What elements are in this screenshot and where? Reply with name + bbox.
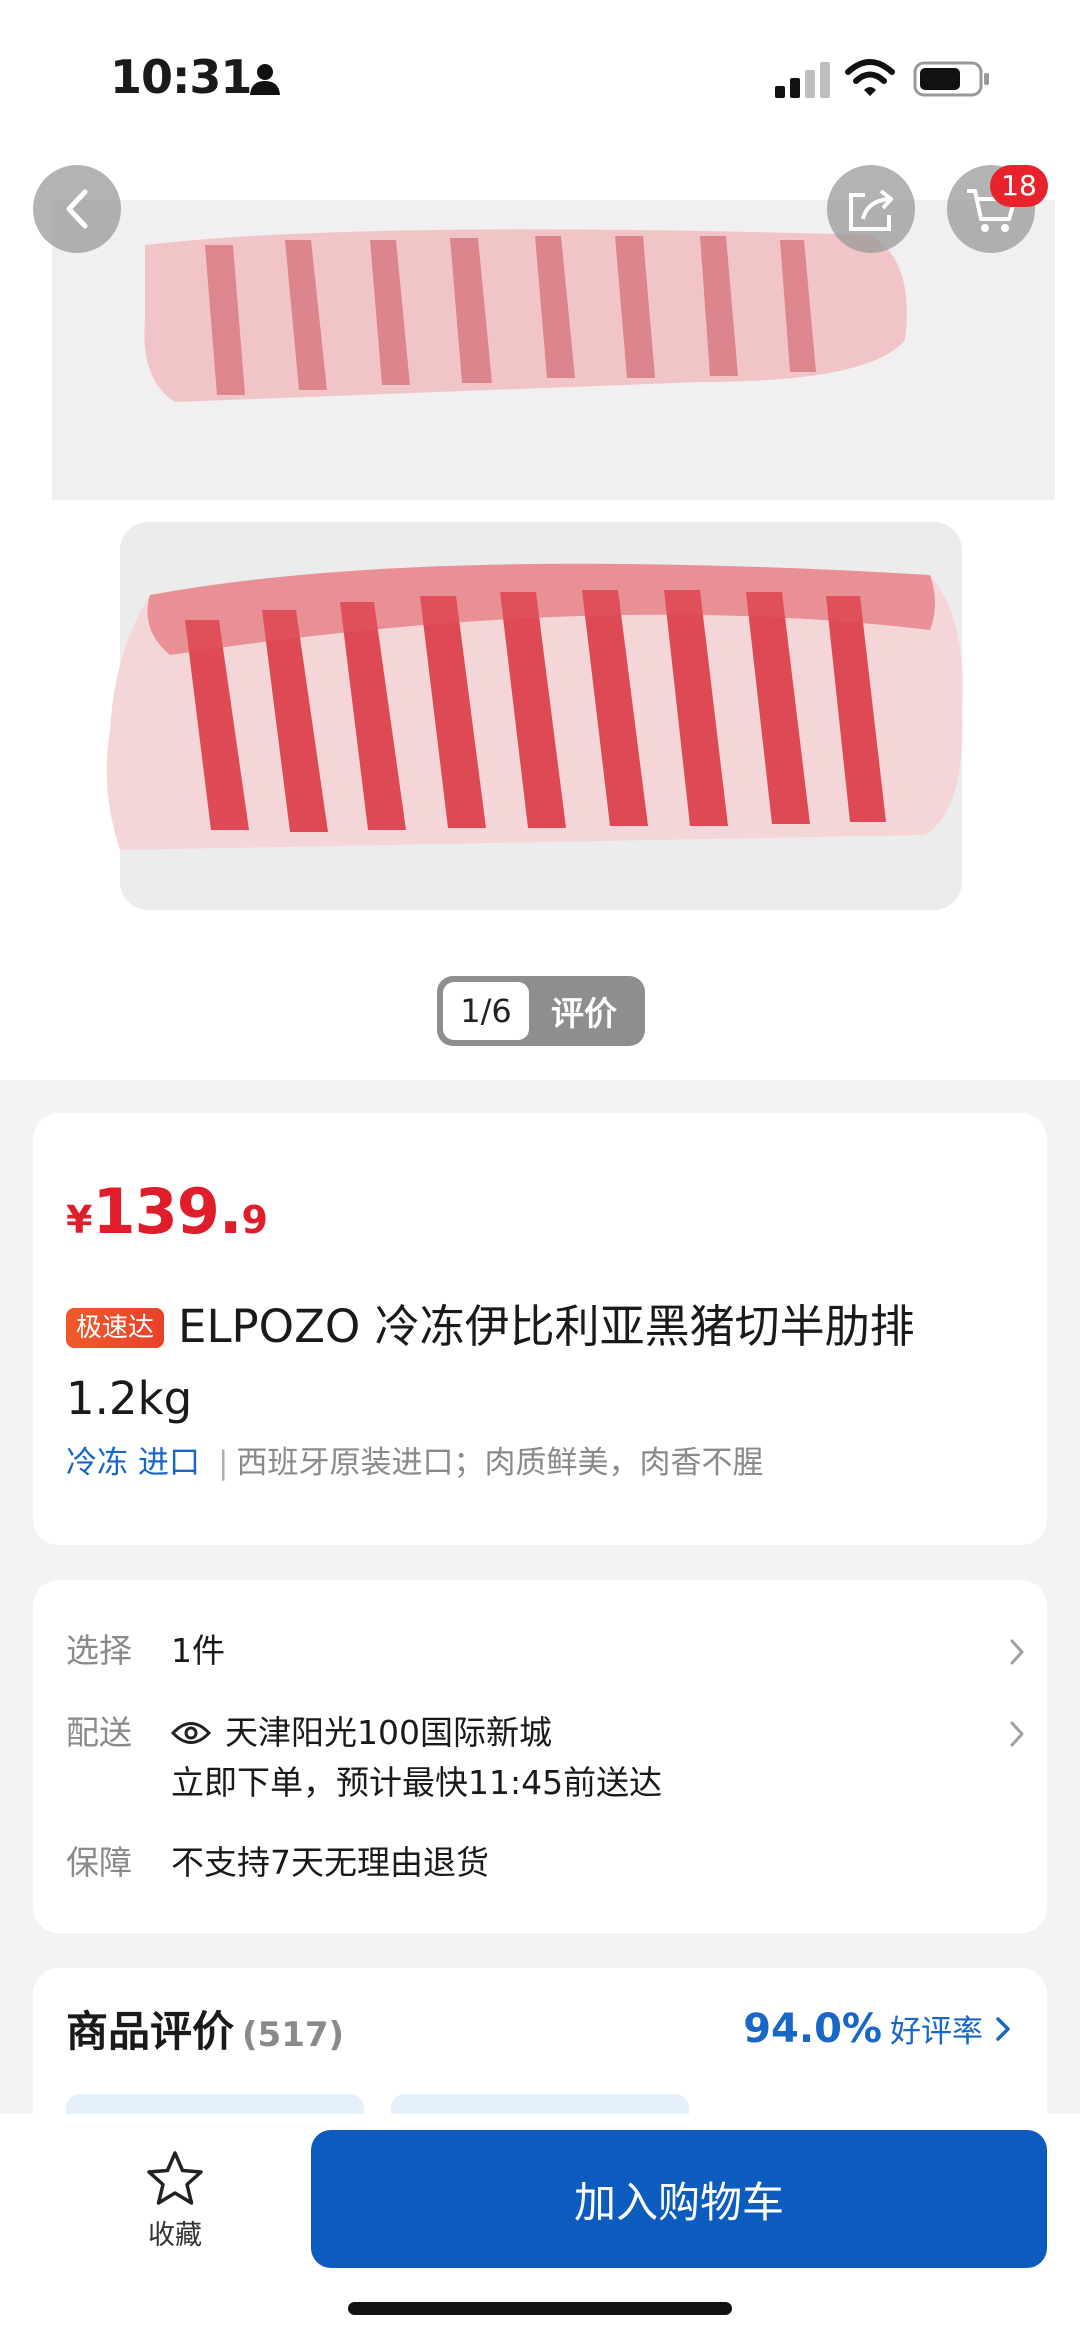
product-gallery[interactable]: 18 1/6 评价 [0,0,1080,1080]
delivery-address: 天津阳光100国际新城 [225,1713,552,1752]
product-info-card: ¥139.9 极速达 ELPOZO 冷冻伊比利亚黑猪切半肋排1.2kg 冷冻 进口 |… [33,1113,1047,1545]
product-price: ¥139.9 [66,1175,268,1248]
reviews-heading: 商品评价 (517) [66,1998,344,2059]
back-button[interactable] [33,165,121,253]
back-arrow-icon [66,189,88,229]
home-indicator[interactable] [348,2302,732,2315]
price-integer: 139. [92,1175,242,1248]
favorite-button[interactable]: 收藏 [125,2149,225,2252]
person-icon [250,64,280,95]
product-photo[interactable] [0,150,1080,940]
delivery-eta: 立即下单，预计最快11:45前送达 [171,1763,663,1802]
tag-import: 进口 [138,1445,200,1481]
chevron-right-icon [996,2017,1010,2041]
signal-icon [775,62,830,98]
reviews-title: 商品评价 [66,2007,235,2056]
chevron-right-icon [1010,1721,1024,1747]
tag-separator: | [218,1445,229,1481]
status-time: 10:31 [110,50,252,104]
select-row[interactable]: 选择 1件 [66,1626,1026,1676]
favorite-label: 收藏 [148,2220,202,2251]
image-pager[interactable]: 1/6 评价 [437,976,645,1046]
positive-rate-label: 好评率 [890,2014,983,2050]
delivery-address-line: 天津阳光100国际新城 [171,1708,552,1758]
status-bar: 10:31 [0,0,1080,150]
product-tags: 冷冻 进口 | 西班牙原装进口；肉质鲜美，肉香不腥 [66,1441,763,1485]
star-icon [147,2151,203,2205]
delivery-row[interactable]: 配送 天津阳光100国际新城 立即下单，预计最快11:45前送达 [66,1708,1026,1812]
product-title: 极速达 ELPOZO 冷冻伊比利亚黑猪切半肋排1.2kg [66,1291,1026,1435]
purchase-options-card: 选择 1件 配送 天津阳光100国际新城 立即下单，预计最快11:45前送达 保… [33,1580,1047,1933]
guarantee-row: 保障 不支持7天无理由退货 [66,1838,1026,1888]
guarantee-value: 不支持7天无理由退货 [171,1843,489,1882]
pager-count: 1/6 [443,982,529,1040]
positive-rate: 94.0% [743,2006,882,2052]
express-badge: 极速达 [66,1308,165,1348]
positive-rate-link[interactable]: 94.0% 好评率 [743,2006,1011,2052]
select-value: 1件 [171,1631,225,1670]
chevron-right-icon [1010,1639,1024,1665]
guarantee-label: 保障 [66,1843,132,1882]
wifi-icon [845,59,895,96]
delivery-label: 配送 [66,1713,132,1752]
add-to-cart-button[interactable]: 加入购物车 [311,2130,1047,2268]
tag-frozen: 冷冻 [66,1445,128,1481]
battery-icon [913,61,989,97]
product-description: 西班牙原装进口；肉质鲜美，肉香不腥 [236,1445,764,1481]
share-icon [849,189,893,231]
product-title-text: ELPOZO 冷冻伊比利亚黑猪切半肋排1.2kg [66,1300,915,1425]
price-decimal: 9 [241,1198,268,1242]
select-label: 选择 [66,1631,132,1670]
eye-icon [171,1722,211,1744]
price-currency: ¥ [66,1198,93,1242]
share-button[interactable] [827,165,915,253]
reviews-count: (517) [242,2015,345,2055]
pager-review-link[interactable]: 评价 [529,987,639,1035]
cart-count-badge: 18 [990,165,1048,207]
